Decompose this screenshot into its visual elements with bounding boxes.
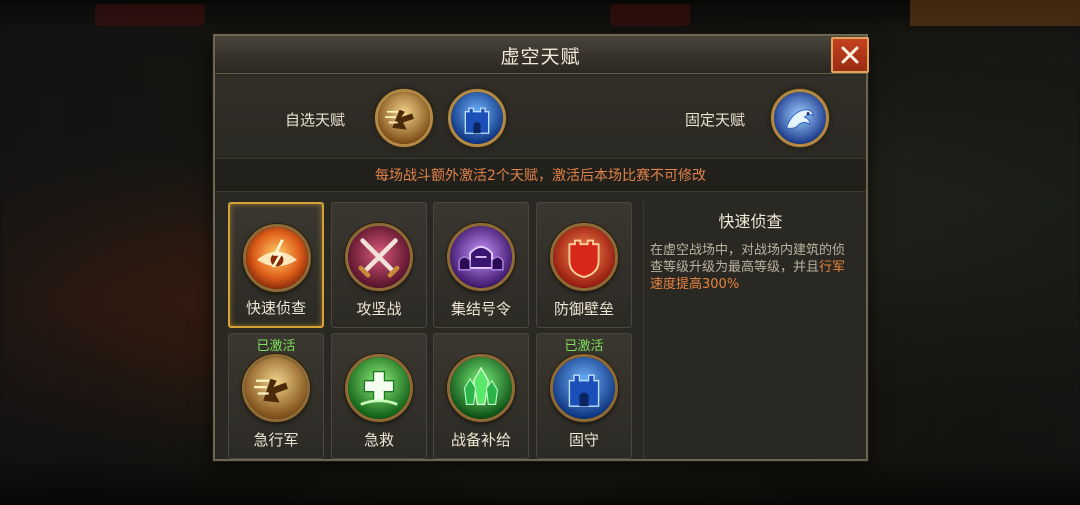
- equipped-talent-bar: 自选天赋 固定天赋: [215, 76, 866, 156]
- eye-icon: [243, 224, 311, 292]
- talent-card-hold-fast[interactable]: 已激活 固守: [536, 333, 632, 459]
- crystal-icon: [447, 354, 515, 422]
- activation-notice: 每场战斗额外激活2个天赋，激活后本场比赛不可修改: [215, 158, 866, 192]
- dragon-icon: [774, 92, 826, 144]
- crossed-swords-icon: [345, 223, 413, 291]
- talent-label: 固守: [568, 431, 599, 449]
- activated-badge: 已激活: [564, 339, 604, 354]
- talent-card-rally-call[interactable]: 集结号令: [433, 202, 529, 328]
- detail-title: 快速侦查: [718, 212, 783, 231]
- talent-label: 攻坚战: [356, 300, 402, 318]
- close-icon: [841, 46, 859, 64]
- talent-label: 急救: [363, 431, 394, 449]
- helmet-squad-icon: [447, 223, 515, 291]
- dialog-title-bar: 虚空天赋: [215, 36, 866, 74]
- detail-text: 在虚空战场中，对战场内建筑的侦查等级升级为最高等级，并且: [650, 243, 846, 275]
- custom-slot-1[interactable]: [375, 89, 433, 147]
- activated-badge: 已激活: [256, 339, 296, 354]
- talent-label: 防御壁垒: [553, 300, 614, 318]
- talent-card-defense-bastion[interactable]: 防御壁垒: [536, 202, 632, 328]
- talent-card-quick-scout[interactable]: 快速侦查: [228, 202, 324, 328]
- medical-cross-icon: [345, 354, 413, 422]
- void-talent-dialog: 虚空天赋 自选天赋 固定天赋 每场战斗额外激活2个天赋，激活后本场比赛不可修改 …: [213, 34, 869, 461]
- dialog-title: 虚空天赋: [500, 46, 581, 68]
- talent-card-war-supplies[interactable]: 战备补给: [433, 333, 529, 459]
- fortify-tower-icon: [550, 354, 618, 422]
- talent-label: 快速侦查: [245, 299, 306, 317]
- talent-card-siege[interactable]: 攻坚战: [331, 202, 427, 328]
- talent-card-rush-march[interactable]: 已激活 急行军: [228, 333, 324, 459]
- close-button[interactable]: [831, 37, 869, 73]
- fixed-talent-label: 固定天赋: [685, 111, 746, 129]
- shield-wall-icon: [550, 223, 618, 291]
- fixed-slot[interactable]: [771, 89, 829, 147]
- fortify-tower-icon: [451, 92, 503, 144]
- talent-detail-panel: 快速侦查 在虚空战场中，对战场内建筑的侦查等级升级为最高等级，并且行军速度提高3…: [643, 202, 857, 459]
- talent-label: 集结号令: [450, 300, 511, 318]
- rush-march-icon: [242, 354, 310, 422]
- talent-grid: 快速侦查 攻坚战 集结号令 防御壁垒 已激活 急行军 急救 战备补给 已激活 固…: [228, 202, 632, 459]
- talent-label: 战备补给: [450, 431, 511, 449]
- custom-slot-2[interactable]: [448, 89, 506, 147]
- custom-talent-label: 自选天赋: [285, 111, 346, 129]
- talent-card-first-aid[interactable]: 急救: [331, 333, 427, 459]
- rush-march-icon: [378, 92, 430, 144]
- talent-label: 急行军: [253, 431, 299, 449]
- detail-description: 在虚空战场中，对战场内建筑的侦查等级升级为最高等级，并且行军速度提高300%: [650, 242, 849, 293]
